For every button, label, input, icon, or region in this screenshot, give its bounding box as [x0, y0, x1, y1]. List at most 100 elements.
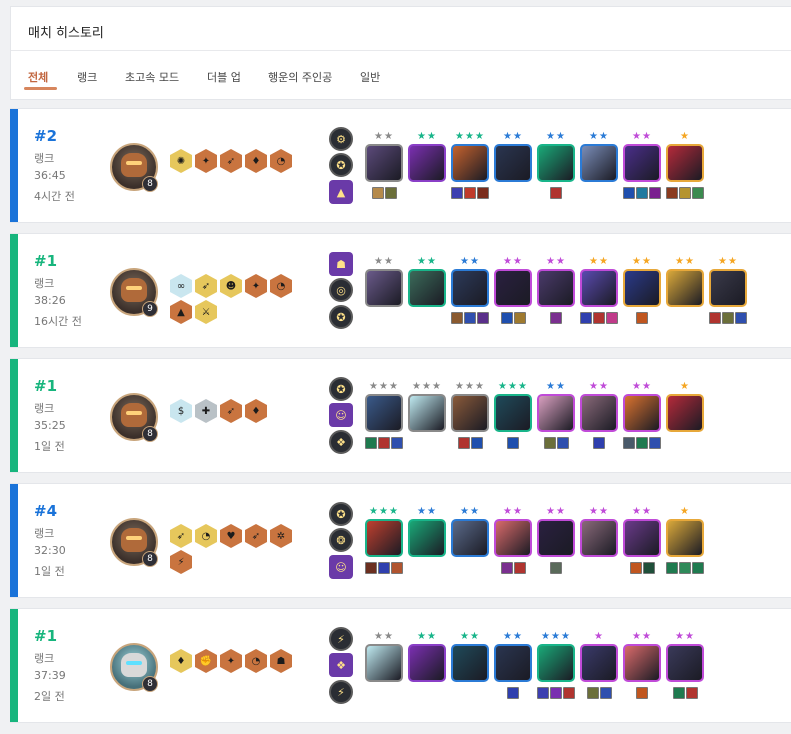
champion-portrait[interactable]	[623, 644, 661, 682]
champion-portrait[interactable]	[451, 394, 489, 432]
item-icon[interactable]	[513, 562, 526, 574]
champion-portrait[interactable]	[494, 144, 532, 182]
item-icon[interactable]	[593, 437, 605, 449]
item-icon[interactable]	[623, 187, 635, 199]
champion-portrait[interactable]	[537, 269, 575, 307]
item-icon[interactable]	[550, 562, 562, 574]
champion-portrait[interactable]	[451, 269, 489, 307]
trait-icon[interactable]: ☗	[270, 649, 292, 673]
match-row[interactable]: #4 랭크 32:30 1일 전 8 ➶ ◔ ♥ ➶ ✲ ⚡ ✪ ❂ ☺ ★★★ ★★ ★★ ★★ ★★…	[10, 483, 791, 598]
champion-portrait[interactable]	[494, 269, 532, 307]
champion-portrait[interactable]	[408, 519, 446, 557]
item-icon[interactable]	[593, 312, 605, 324]
item-icon[interactable]	[470, 437, 483, 449]
item-icon[interactable]	[642, 562, 655, 574]
champion-portrait[interactable]	[537, 394, 575, 432]
item-icon[interactable]	[580, 312, 592, 324]
item-icon[interactable]	[586, 687, 599, 699]
item-icon[interactable]	[550, 187, 562, 199]
champion-portrait[interactable]	[451, 644, 489, 682]
champion-portrait[interactable]	[623, 144, 661, 182]
augment-icon[interactable]: ❖	[329, 653, 353, 677]
item-icon[interactable]	[629, 562, 642, 574]
augment-icon[interactable]: ❂	[329, 528, 353, 552]
augment-icon[interactable]: ✪	[329, 305, 353, 329]
augment-icon[interactable]: ✪	[329, 153, 353, 177]
augment-icon[interactable]: ❖	[329, 430, 353, 454]
trait-icon[interactable]: ⚔	[195, 300, 217, 324]
augment-icon[interactable]: ☺	[329, 403, 353, 427]
augment-icon[interactable]: ☺	[329, 555, 353, 579]
item-icon[interactable]	[636, 437, 648, 449]
item-icon[interactable]	[477, 187, 489, 199]
item-icon[interactable]	[500, 312, 513, 324]
item-icon[interactable]	[556, 437, 569, 449]
champion-portrait[interactable]	[408, 644, 446, 682]
item-icon[interactable]	[666, 187, 678, 199]
champion-portrait[interactable]	[451, 519, 489, 557]
champion-portrait[interactable]	[408, 394, 446, 432]
champion-portrait[interactable]	[365, 519, 403, 557]
item-icon[interactable]	[507, 687, 519, 699]
trait-icon[interactable]: ▲	[170, 300, 192, 324]
augment-icon[interactable]: ⚡	[329, 680, 353, 704]
tab-ranked[interactable]: 랭크	[77, 69, 97, 85]
item-icon[interactable]	[371, 187, 384, 199]
champion-portrait[interactable]	[709, 269, 747, 307]
augment-icon[interactable]: ✪	[329, 377, 353, 401]
champion-portrait[interactable]	[623, 519, 661, 557]
tab-double-up[interactable]: 더블 업	[207, 69, 241, 85]
champion-portrait[interactable]	[494, 519, 532, 557]
item-icon[interactable]	[709, 312, 721, 324]
trait-icon[interactable]: ∞	[170, 274, 192, 298]
trait-icon[interactable]: ➶	[220, 399, 242, 423]
champion-portrait[interactable]	[666, 519, 704, 557]
item-icon[interactable]	[649, 187, 661, 199]
item-icon[interactable]	[563, 687, 575, 699]
champion-portrait[interactable]	[408, 269, 446, 307]
item-icon[interactable]	[550, 312, 562, 324]
champion-portrait[interactable]	[537, 644, 575, 682]
item-icon[interactable]	[679, 562, 691, 574]
item-icon[interactable]	[365, 562, 377, 574]
champion-portrait[interactable]	[580, 269, 618, 307]
item-icon[interactable]	[636, 687, 648, 699]
champion-portrait[interactable]	[666, 644, 704, 682]
item-icon[interactable]	[507, 437, 519, 449]
tab-fortune[interactable]: 행운의 주인공	[268, 69, 332, 85]
champion-portrait[interactable]	[580, 144, 618, 182]
item-icon[interactable]	[378, 562, 390, 574]
augment-icon[interactable]: ⚡	[329, 627, 353, 651]
trait-icon[interactable]: ✦	[245, 274, 267, 298]
tab-hyper-roll[interactable]: 초고속 모드	[125, 69, 179, 85]
trait-icon[interactable]: ➶	[195, 274, 217, 298]
champion-portrait[interactable]	[537, 519, 575, 557]
match-row[interactable]: #1 랭크 38:26 16시간 전 9 ∞ ➶ ☻ ✦ ◔ ▲ ⚔ ☗ ◎ ✪ ★★ ★★ ★★ ★★…	[10, 233, 791, 348]
item-icon[interactable]	[365, 437, 377, 449]
champion-portrait[interactable]	[365, 644, 403, 682]
item-icon[interactable]	[451, 312, 463, 324]
match-row[interactable]: #2 랭크 36:45 4시간 전 8 ✺ ✦ ➶ ♦ ◔ ⚙ ✪ ▲ ★★ ★★ ★★★ ★★ ★★…	[10, 108, 791, 223]
champion-portrait[interactable]	[666, 394, 704, 432]
champion-portrait[interactable]	[365, 269, 403, 307]
champion-portrait[interactable]	[451, 144, 489, 182]
champion-portrait[interactable]	[666, 269, 704, 307]
item-icon[interactable]	[464, 187, 476, 199]
trait-icon[interactable]: ✦	[195, 149, 217, 173]
augment-icon[interactable]: ✪	[329, 502, 353, 526]
trait-icon[interactable]: ✺	[170, 149, 192, 173]
augment-icon[interactable]: ☗	[329, 252, 353, 276]
item-icon[interactable]	[384, 187, 397, 199]
trait-icon[interactable]: ✊	[195, 649, 217, 673]
match-row[interactable]: #1 랭크 37:39 2일 전 8 ♦ ✊ ✦ ◔ ☗ ⚡ ❖ ⚡ ★★ ★★ ★★ ★★ ★★★ ★…	[10, 608, 791, 723]
champion-portrait[interactable]	[580, 644, 618, 682]
trait-icon[interactable]: ➶	[245, 524, 267, 548]
tab-normal[interactable]: 일반	[360, 69, 380, 85]
trait-icon[interactable]: ✚	[195, 399, 217, 423]
item-icon[interactable]	[685, 687, 698, 699]
match-row[interactable]: #1 랭크 35:25 1일 전 8 $ ✚ ➶ ♦ ✪ ☺ ❖ ★★★ ★★★ ★★★ ★★★ ★…	[10, 358, 791, 473]
augment-icon[interactable]: ▲	[329, 180, 353, 204]
item-icon[interactable]	[500, 562, 513, 574]
champion-portrait[interactable]	[365, 144, 403, 182]
champion-portrait[interactable]	[365, 394, 403, 432]
